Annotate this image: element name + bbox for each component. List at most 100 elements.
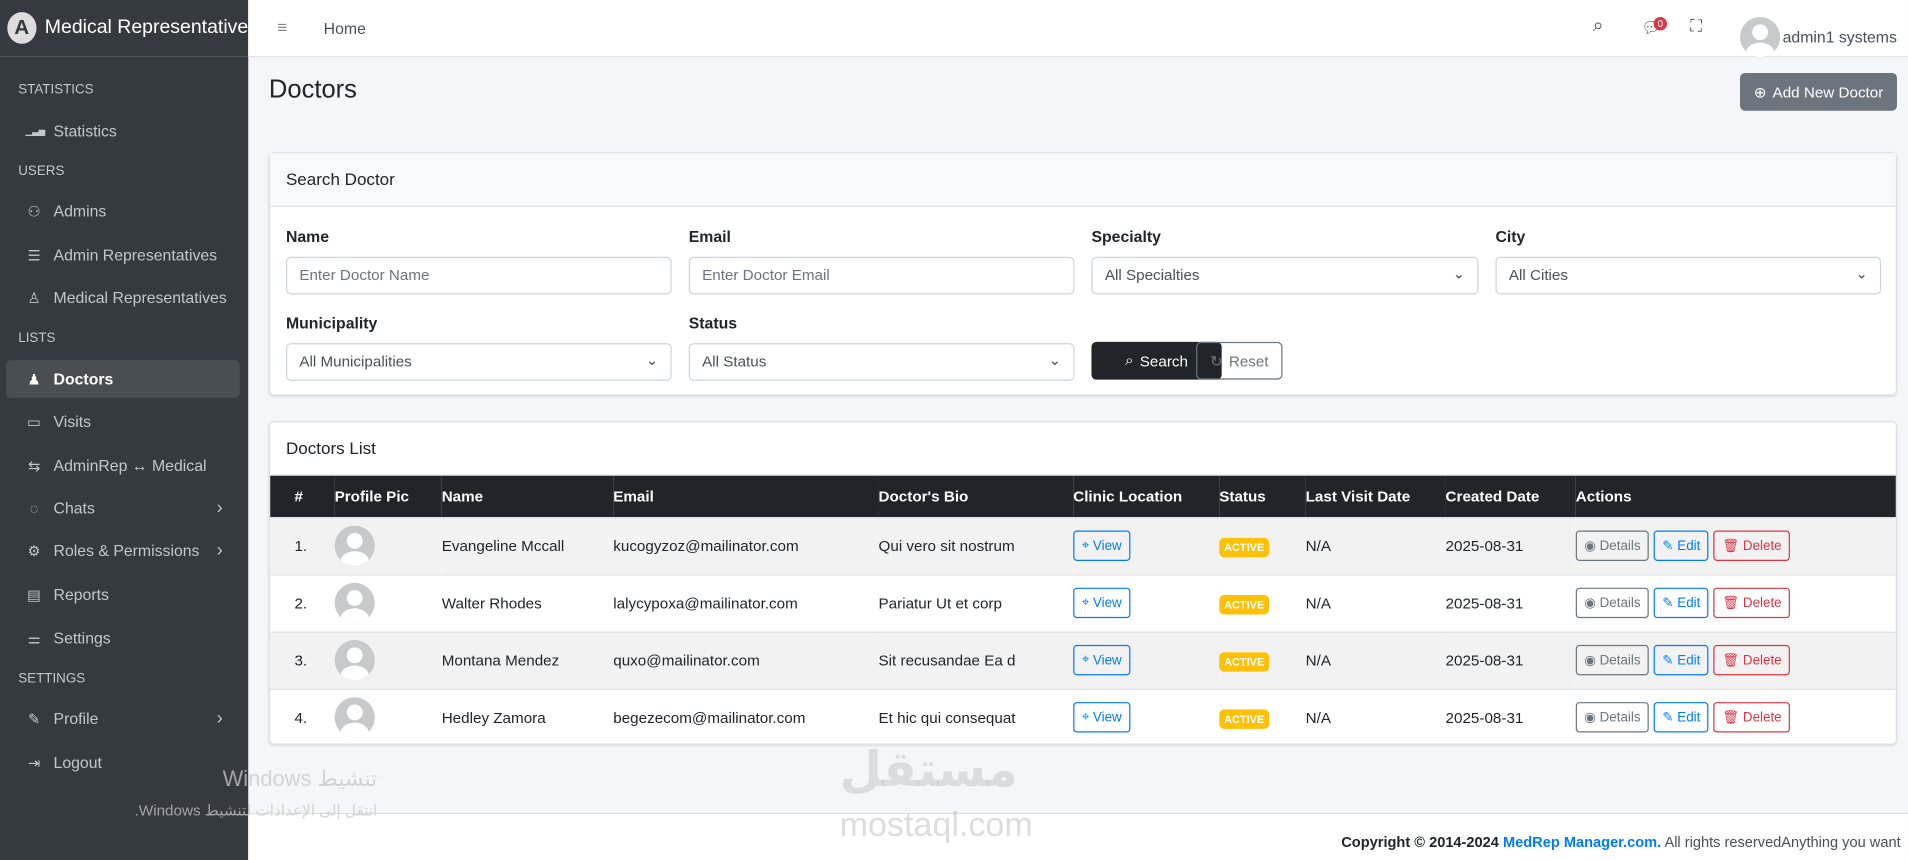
view-location-button[interactable]: ⌖ View — [1073, 530, 1131, 561]
section-lists: LISTS — [18, 330, 56, 346]
details-button[interactable]: ◉ Details — [1575, 702, 1650, 733]
user-avatar[interactable] — [1740, 17, 1781, 58]
status-select[interactable]: All Status ⌄ — [688, 343, 1075, 381]
section-settings: SETTINGS — [18, 671, 86, 687]
sidebar-item-visits[interactable]: ▭ Visits — [6, 403, 240, 441]
chat-icon: ◌ — [29, 499, 39, 517]
eye-icon: ◉ — [1584, 539, 1596, 554]
status-badge: ACTIVE — [1219, 709, 1270, 729]
chevron-down-icon: ⌄ — [1452, 265, 1466, 283]
view-location-button[interactable]: ⌖ View — [1073, 644, 1131, 676]
column-header: # — [270, 475, 335, 518]
search-card: Search Doctor Name Enter Doctor Name Ema… — [268, 152, 1897, 396]
view-location-button[interactable]: ⌖ View — [1073, 587, 1131, 619]
delete-button[interactable]: 🗑︎ Delete — [1713, 587, 1791, 619]
sidebar-item-admin-representatives[interactable]: ☰ Admin Representatives — [6, 236, 240, 274]
created-date: 2025-08-31 — [1445, 573, 1576, 632]
pencil-icon: ✎ — [1662, 653, 1674, 669]
brand[interactable]: A Medical Representative — [0, 0, 248, 58]
municipality-value: All Municipalities — [299, 352, 412, 370]
name-input[interactable]: Enter Doctor Name — [285, 256, 672, 295]
email-label: Email — [688, 227, 731, 246]
profile-pic — [334, 640, 375, 681]
section-statistics: STATISTICS — [18, 82, 94, 98]
sidebar-item-medical-representatives[interactable]: ♙ Medical Representatives — [6, 279, 240, 317]
top-navbar: ≡ Home ⌕ 💬︎ 0 ⛶ admin1 systems — [248, 0, 1908, 58]
city-select[interactable]: All Cities ⌄ — [1495, 256, 1882, 295]
created-date: 2025-08-31 — [1445, 630, 1576, 689]
doctor-email: lalycypoxa@mailinator.com — [613, 573, 879, 632]
column-header: Clinic Location — [1073, 475, 1220, 518]
doctors-table: # Profile Pic Name Email Doctor's Bio Clinic … — [270, 475, 1896, 744]
municipality-select[interactable]: All Municipalities ⌄ — [285, 343, 672, 381]
search-icon[interactable]: ⌕ — [1593, 16, 1604, 38]
column-header: Name — [441, 475, 614, 518]
municipality-label: Municipality — [285, 313, 378, 333]
delete-button[interactable]: 🗑︎ Delete — [1713, 702, 1791, 733]
watermark-logo: مستقل — [839, 743, 1018, 798]
delete-label: Delete — [1742, 595, 1782, 611]
eye-icon: ◉ — [1584, 710, 1596, 726]
view-location-button[interactable]: ⌖ View — [1073, 702, 1131, 733]
specialty-label: Specialty — [1091, 227, 1161, 246]
footer-rights: All rights reservedAnything you want — [1664, 833, 1901, 851]
sidebar-item-chats[interactable]: ◌ Chats › — [6, 489, 240, 527]
reset-button[interactable]: ↻ Reset — [1196, 341, 1283, 380]
details-button[interactable]: ◉ Details — [1575, 530, 1650, 561]
delete-label: Delete — [1742, 538, 1782, 554]
last-visit-date: N/A — [1305, 630, 1446, 689]
sidebar-item-reports[interactable]: ▤ Reports — [6, 576, 240, 614]
specialty-select[interactable]: All Specialties ⌄ — [1091, 256, 1479, 295]
details-button[interactable]: ◉ Details — [1575, 644, 1650, 676]
chevron-down-icon: ⌄ — [1048, 351, 1062, 369]
pencil-icon: ✎ — [1662, 596, 1674, 611]
sidebar-item-doctors[interactable]: ♟ Doctors — [6, 360, 240, 398]
plus-circle-icon: ⊕ — [1753, 83, 1767, 101]
column-header: Email — [613, 475, 879, 518]
edit-button[interactable]: ✎ Edit — [1653, 644, 1709, 676]
page-title: Doctors — [268, 75, 357, 104]
breadcrumb-home[interactable]: Home — [324, 19, 366, 37]
edit-label: Edit — [1677, 710, 1701, 725]
edit-button[interactable]: ✎ Edit — [1653, 587, 1709, 619]
chevron-down-icon: ⌄ — [1855, 265, 1868, 283]
status-badge: ACTIVE — [1219, 651, 1270, 672]
details-button[interactable]: ◉ Details — [1575, 587, 1650, 619]
sidebar-item-roles-permissions[interactable]: ⚙ Roles & Permissions › — [6, 532, 240, 570]
edit-label: Edit — [1677, 538, 1701, 554]
fullscreen-icon[interactable]: ⛶ — [1690, 16, 1702, 37]
view-label: View — [1092, 652, 1122, 668]
row-number: 1. — [270, 516, 335, 575]
footer-copyright: Copyright © 2014-2024 — [1341, 833, 1499, 851]
sidebar-item-admins[interactable]: ⚇ Admins — [6, 192, 240, 230]
brand-logo: A — [7, 12, 37, 44]
sidebar-item-label: Chats — [53, 498, 95, 518]
doctor-name: Evangeline Mccall — [441, 516, 614, 575]
delete-button[interactable]: 🗑︎ Delete — [1713, 644, 1791, 676]
view-label: View — [1092, 710, 1122, 725]
doctor-bio: Sit recusandae Ea d — [878, 630, 1074, 689]
sidebar-item-adminrep-medical[interactable]: ⇆ AdminRep ↔ Medical — [6, 447, 240, 485]
column-header: Profile Pic — [334, 475, 442, 518]
add-new-doctor-button[interactable]: ⊕ Add New Doctor — [1740, 73, 1897, 111]
trash-icon: 🗑︎ — [1722, 596, 1740, 611]
footer: Copyright © 2014-2024 MedRep Manager.com… — [248, 812, 1908, 860]
chevron-right-icon: › — [216, 497, 223, 519]
delete-button[interactable]: 🗑︎ Delete — [1713, 530, 1791, 561]
eye-icon: ◉ — [1584, 653, 1596, 669]
user-list-icon: ☰ — [27, 246, 41, 264]
menu-toggle-icon[interactable]: ≡ — [277, 17, 287, 36]
edit-button[interactable]: ✎ Edit — [1653, 530, 1709, 561]
sidebar-item-profile[interactable]: ✎ Profile › — [6, 700, 240, 738]
sidebar-item-label: Admin Representatives — [53, 245, 218, 265]
sidebar-item-settings[interactable]: ⚌ Settings — [6, 619, 240, 657]
delete-label: Delete — [1742, 652, 1782, 668]
bar-chart-icon: ▁▃▅ — [25, 127, 46, 136]
sidebar-item-statistics[interactable]: ▁▃▅ Statistics — [6, 112, 240, 150]
email-input[interactable]: Enter Doctor Email — [688, 256, 1075, 295]
footer-link[interactable]: MedRep Manager.com. — [1503, 834, 1661, 851]
user-name[interactable]: admin1 systems — [1783, 28, 1897, 46]
edit-button[interactable]: ✎ Edit — [1653, 702, 1709, 733]
sidebar: A Medical Representative STATISTICS USER… — [0, 0, 248, 860]
arrows-icon: ⇆ — [27, 456, 41, 474]
